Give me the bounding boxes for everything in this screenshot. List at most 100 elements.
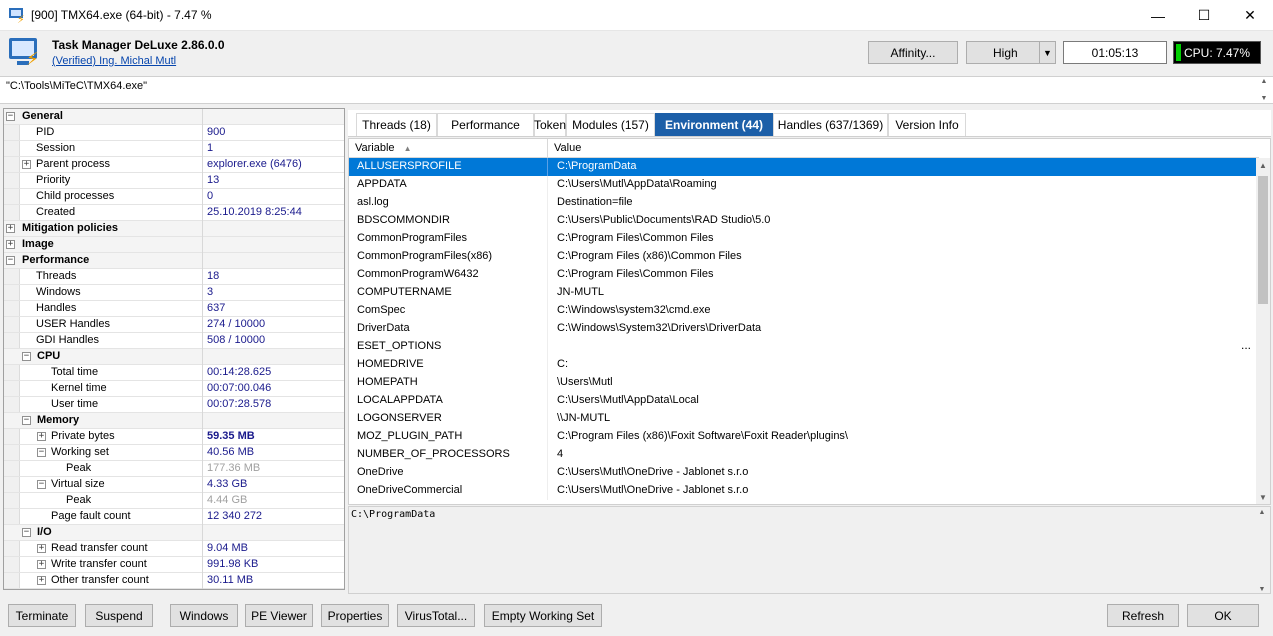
table-row[interactable]: OneDriveCommercial C:\Users\Mutl\OneDrive… (349, 482, 1257, 500)
collapse-icon[interactable]: − (22, 416, 31, 425)
tab-version[interactable]: Version Info (888, 113, 966, 136)
tree-row[interactable]: Created 25.10.2019 8:25:44 (4, 205, 344, 221)
expand-icon[interactable]: + (22, 160, 31, 169)
scroll-down-icon[interactable]: ▼ (1256, 490, 1270, 504)
column-variable[interactable]: Variable ▲ (355, 142, 412, 154)
tree-row[interactable]: + Private bytes 59.35 MB (4, 429, 344, 445)
tree-group[interactable]: − CPU (4, 349, 344, 365)
tree-group[interactable]: − Performance (4, 253, 344, 269)
tab-environment[interactable]: Environment (44) (655, 113, 773, 136)
terminate-button[interactable]: Terminate (8, 604, 76, 627)
table-row[interactable]: CommonProgramFiles C:\Program Files\Commo… (349, 230, 1257, 248)
table-row[interactable]: ESET_OPTIONS... (349, 338, 1257, 356)
detail-scrollbar[interactable]: ▲ ▼ (1256, 509, 1268, 593)
expand-icon[interactable]: + (37, 560, 46, 569)
tree-row[interactable]: User time 00:07:28.578 (4, 397, 344, 413)
tree-group[interactable]: − Memory (4, 413, 344, 429)
table-row[interactable]: NUMBER_OF_PROCESSORS 4 (349, 446, 1257, 464)
publisher-link[interactable]: (Verified) Ing. Michal Mutl (52, 55, 176, 67)
windows-button[interactable]: Windows (170, 604, 238, 627)
table-row[interactable]: asl.log Destination=file (349, 194, 1257, 212)
grid-scrollbar[interactable]: ▲ ▼ (1256, 158, 1270, 504)
collapse-icon[interactable]: − (6, 112, 15, 121)
tree-row[interactable]: Threads 18 (4, 269, 344, 285)
expand-icon[interactable]: + (6, 240, 15, 249)
tree-row[interactable]: PID 900 (4, 125, 344, 141)
tree-group[interactable]: − I/O (4, 525, 344, 541)
collapse-icon[interactable]: − (6, 256, 15, 265)
tree-row[interactable]: Priority 13 (4, 173, 344, 189)
process-info-tree[interactable]: − General PID 900 Session 1 + Parent process exp… (3, 108, 345, 590)
close-button[interactable]: ✕ (1227, 0, 1273, 31)
refresh-button[interactable]: Refresh (1107, 604, 1179, 627)
tree-row[interactable]: + Other transfer count 30.11 MB (4, 573, 344, 589)
tree-row[interactable]: − Virtual size 4.33 GB (4, 477, 344, 493)
tree-row[interactable]: USER Handles 274 / 10000 (4, 317, 344, 333)
table-row[interactable]: CommonProgramFiles(x86) C:\Program Files … (349, 248, 1257, 266)
scroll-thumb[interactable] (1258, 176, 1268, 304)
scroll-up-icon[interactable]: ▲ (1256, 158, 1270, 172)
collapse-icon[interactable]: − (37, 480, 46, 489)
environment-grid[interactable]: Variable ▲ Value ALLUSERSPROFILE C:\Progr… (348, 138, 1271, 505)
table-row[interactable]: DriverData C:\Windows\System32\Drivers\Dr… (349, 320, 1257, 338)
virustotal-button[interactable]: VirusTotal... (397, 604, 475, 627)
ok-button[interactable]: OK (1187, 604, 1259, 627)
table-row[interactable]: LOGONSERVER \\JN-MUTL (349, 410, 1257, 428)
empty-working-set-button[interactable]: Empty Working Set (484, 604, 602, 627)
tree-row[interactable]: + Write transfer count 991.98 KB (4, 557, 344, 573)
edit-ellipsis-button[interactable]: ... (1241, 338, 1251, 352)
tab-handles[interactable]: Handles (637/1369) (773, 113, 888, 136)
table-row[interactable]: ALLUSERSPROFILE C:\ProgramData (349, 158, 1257, 176)
chevron-down-icon[interactable]: ▼ (1039, 42, 1055, 63)
table-row[interactable]: BDSCOMMONDIR C:\Users\Public\Documents\RA… (349, 212, 1257, 230)
tree-group[interactable]: + Mitigation policies (4, 221, 344, 237)
tree-row[interactable]: + Parent process explorer.exe (6476) (4, 157, 344, 173)
pe-viewer-button[interactable]: PE Viewer (245, 604, 313, 627)
tree-row[interactable]: Page fault count 12 340 272 (4, 509, 344, 525)
tree-row[interactable]: Peak 177.36 MB (4, 461, 344, 477)
column-value[interactable]: Value (554, 142, 581, 154)
tab-modules[interactable]: Modules (157) (566, 113, 655, 136)
table-row[interactable]: OneDrive C:\Users\Mutl\OneDrive - Jablone… (349, 464, 1257, 482)
tab-threads[interactable]: Threads (18) (356, 113, 437, 136)
expand-icon[interactable]: + (37, 576, 46, 585)
tree-row[interactable]: GDI Handles 508 / 10000 (4, 333, 344, 349)
table-row[interactable]: HOMEDRIVE C: (349, 356, 1257, 374)
table-row[interactable]: COMPUTERNAME JN-MUTL (349, 284, 1257, 302)
tree-row[interactable]: − Working set 40.56 MB (4, 445, 344, 461)
collapse-icon[interactable]: − (22, 528, 31, 537)
collapse-icon[interactable]: − (37, 448, 46, 457)
process-path[interactable]: "C:\Tools\MiTeC\TMX64.exe" (6, 80, 147, 92)
table-row[interactable]: MOZ_PLUGIN_PATH C:\Program Files (x86)\Fo… (349, 428, 1257, 446)
affinity-button[interactable]: Affinity... (868, 41, 958, 64)
tab-token[interactable]: Token (534, 113, 566, 136)
tree-row[interactable]: Peak 4.44 GB (4, 493, 344, 509)
table-row[interactable]: HOMEPATH \Users\Mutl (349, 374, 1257, 392)
tree-row[interactable]: Session 1 (4, 141, 344, 157)
expand-icon[interactable]: + (37, 432, 46, 441)
tree-row[interactable]: Windows 3 (4, 285, 344, 301)
table-row[interactable]: LOCALAPPDATA C:\Users\Mutl\AppData\Local (349, 392, 1257, 410)
tree-group[interactable]: + Image (4, 237, 344, 253)
collapse-icon[interactable]: − (22, 352, 31, 361)
title-bar[interactable]: ⚡ [900] TMX64.exe (64-bit) - 7.47 % — ☐ … (0, 0, 1273, 31)
tree-row[interactable]: + Read transfer count 9.04 MB (4, 541, 344, 557)
tree-row[interactable]: Total time 00:14:28.625 (4, 365, 344, 381)
priority-select[interactable]: High ▼ (966, 41, 1056, 64)
minimize-button[interactable]: — (1135, 0, 1181, 31)
value-detail-pane[interactable]: C:\ProgramData ▲ ▼ (348, 506, 1271, 594)
table-row[interactable]: APPDATA C:\Users\Mutl\AppData\Roaming (349, 176, 1257, 194)
expand-icon[interactable]: + (6, 224, 15, 233)
table-row[interactable]: ComSpec C:\Windows\system32\cmd.exe (349, 302, 1257, 320)
suspend-button[interactable]: Suspend (85, 604, 153, 627)
maximize-button[interactable]: ☐ (1181, 0, 1227, 31)
path-scrollbar[interactable]: ▲ ▼ (1257, 78, 1271, 102)
tree-group[interactable]: − General (4, 109, 344, 125)
table-row[interactable]: CommonProgramW6432 C:\Program Files\Commo… (349, 266, 1257, 284)
tab-performance[interactable]: Performance (437, 113, 534, 136)
tree-row[interactable]: Handles 637 (4, 301, 344, 317)
tree-row[interactable]: Child processes 0 (4, 189, 344, 205)
tree-row[interactable]: Kernel time 00:07:00.046 (4, 381, 344, 397)
expand-icon[interactable]: + (37, 544, 46, 553)
properties-button[interactable]: Properties (321, 604, 389, 627)
